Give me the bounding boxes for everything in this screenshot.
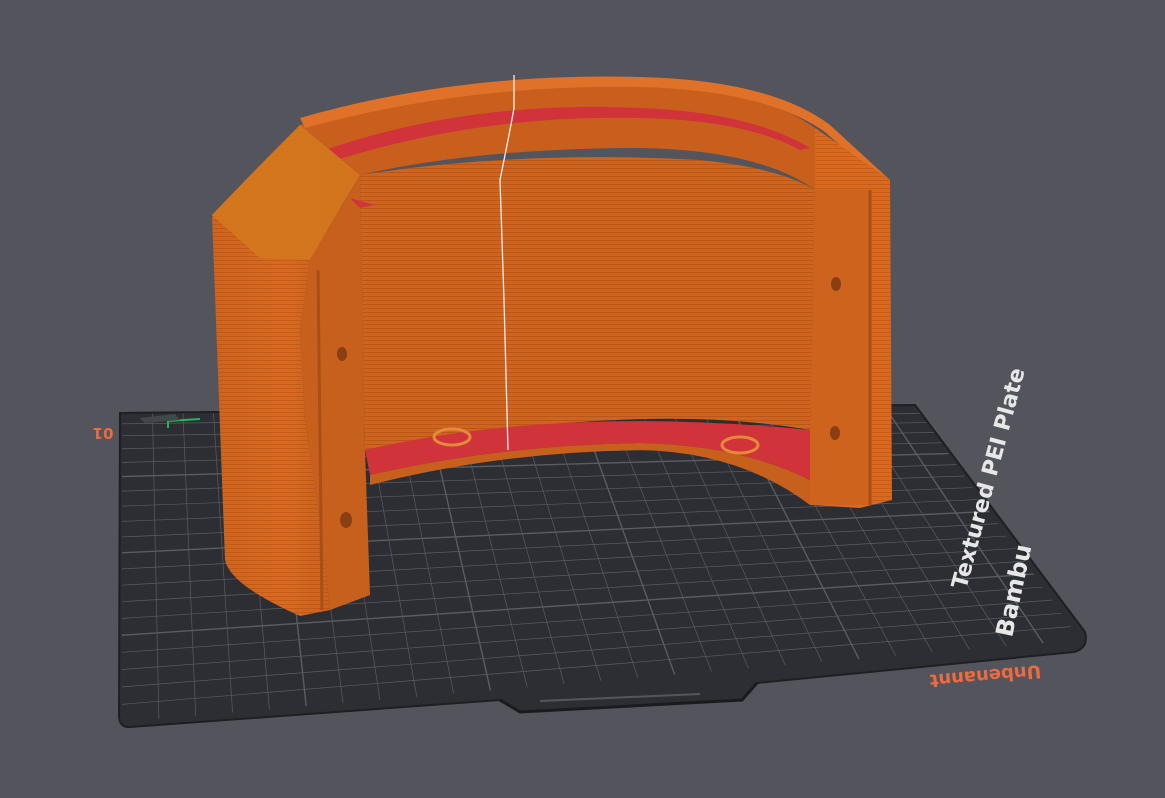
hole-left-lower [340,512,352,528]
hole-right-upper [831,277,841,291]
plate-number: 01 [93,424,114,442]
hole-left-upper [337,347,347,361]
3d-viewport[interactable]: 01 Unbenannt Bambu Textured PEI Plate [0,0,1165,798]
shell-right-end-face [810,190,870,505]
hole-right-lower [830,426,840,440]
shell-inner-wall [360,157,815,450]
